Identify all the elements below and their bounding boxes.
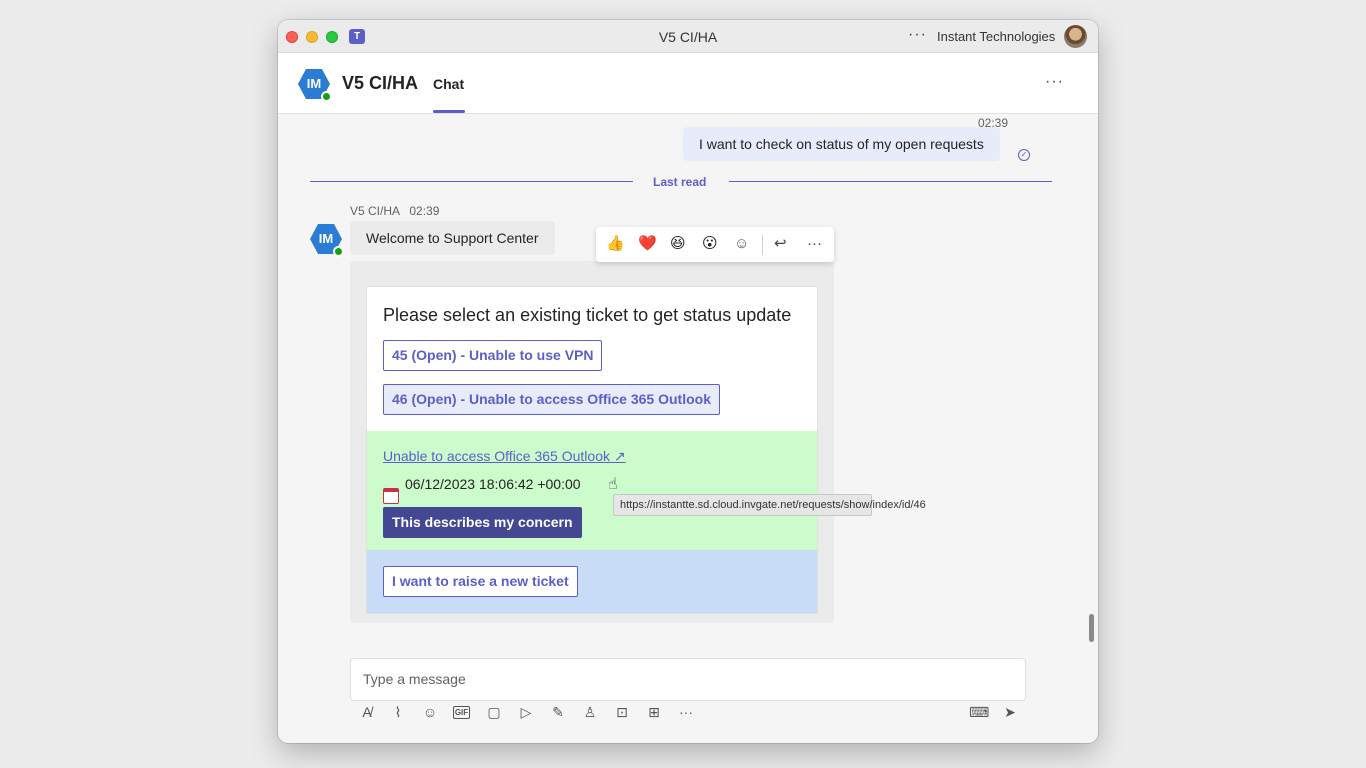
chat-header: IM V5 CI/HA Chat ··· [278,53,1098,114]
like-reaction-icon[interactable]: 👍 [606,235,625,253]
surprised-reaction-icon[interactable]: 😮 [702,235,718,253]
more-icon[interactable]: ··· [677,703,695,721]
adaptive-card: Please select an existing ticket to get … [366,286,818,614]
emoji-icon[interactable]: ☺ [421,703,439,721]
adaptive-card-container: Please select an existing ticket to get … [350,261,834,623]
reply-icon[interactable]: ↩ [774,235,787,253]
reaction-bar: 👍 ❤️ 😆 😮 ☺ ↩ ··· [596,227,834,262]
praise-icon[interactable]: ♙ [581,703,599,721]
ticket-link[interactable]: Unable to access Office 365 Outlook ↗ [383,448,626,465]
ticket-date: cal 06/12/2023 18:06:42 +00:00 [383,476,581,504]
divider-line [310,181,633,182]
sticker-icon[interactable]: ▢ [485,703,503,721]
describes-concern-button[interactable]: This describes my concern [383,507,582,538]
titlebar-more-button[interactable]: ··· [908,26,927,44]
more-options-icon[interactable]: ··· [807,235,822,253]
active-tab-indicator [433,110,465,113]
sender-avatar[interactable]: IM [310,223,344,257]
link-tooltip: https://instantte.sd.cloud.invgate.net/r… [613,494,926,516]
message-time: 02:39 [409,204,440,218]
bot-message[interactable]: Welcome to Support Center [350,221,555,255]
ticket-45-button[interactable]: 45 (Open) - Unable to use VPN [383,340,603,371]
attach-icon[interactable]: ⌇ [389,703,407,721]
bot-avatar[interactable]: IM [298,68,332,102]
add-reaction-icon[interactable]: ☺ [734,235,749,253]
selected-ticket-section: Unable to access Office 365 Outlook ↗ ca… [367,431,817,550]
calendar-icon: cal [383,488,399,504]
presence-available-icon [321,91,332,102]
message-meta: V5 CI/HA 02:39 [350,204,445,218]
chat-title: V5 CI/HA [342,73,419,93]
message-input[interactable]: Type a message [350,658,1026,701]
presence-available-icon [333,246,344,257]
chat-area: 02:39 I want to check on status of my op… [278,114,1098,743]
new-ticket-section: I want to raise a new ticket [367,550,817,613]
dictate-icon[interactable]: ⌨ [969,703,989,721]
apps-icon[interactable]: ⊡ [613,703,631,721]
loop-icon[interactable]: ✎ [549,703,567,721]
divider-line [729,181,1052,182]
title-bar: T V5 CI/HA ··· Instant Technologies [278,20,1098,53]
chat-scrollbar[interactable] [1089,614,1094,642]
header-more-button[interactable]: ··· [1045,73,1064,91]
laugh-reaction-icon[interactable]: 😆 [670,235,686,253]
new-ticket-button[interactable]: I want to raise a new ticket [383,566,578,597]
ticket-46-button[interactable]: 46 (Open) - Unable to access Office 365 … [383,384,720,415]
user-avatar[interactable] [1064,25,1087,48]
sent-message[interactable]: I want to check on status of my open req… [683,127,1000,161]
schedule-icon[interactable]: ▷ [517,703,535,721]
gif-icon[interactable]: GIF [453,706,470,719]
teams-window: T V5 CI/HA ··· Instant Technologies IM V… [278,20,1098,743]
more-apps-icon[interactable]: ⊞ [645,703,663,721]
tab-chat[interactable]: Chat [433,76,464,92]
card-title: Please select an existing ticket to get … [383,305,792,325]
sender-name: V5 CI/HA [350,204,401,218]
format-icon[interactable]: A̸ [358,703,376,721]
reaction-separator [762,235,763,255]
read-receipt-icon: ✓ [1018,149,1030,161]
send-icon[interactable]: ➤ [1001,703,1019,721]
ticket-date-text: 06/12/2023 18:06:42 +00:00 [405,476,581,492]
last-read-label: Last read [653,175,707,189]
hand-cursor-icon: ☝ [608,476,618,493]
org-name[interactable]: Instant Technologies [937,29,1055,44]
heart-reaction-icon[interactable]: ❤️ [638,235,657,253]
